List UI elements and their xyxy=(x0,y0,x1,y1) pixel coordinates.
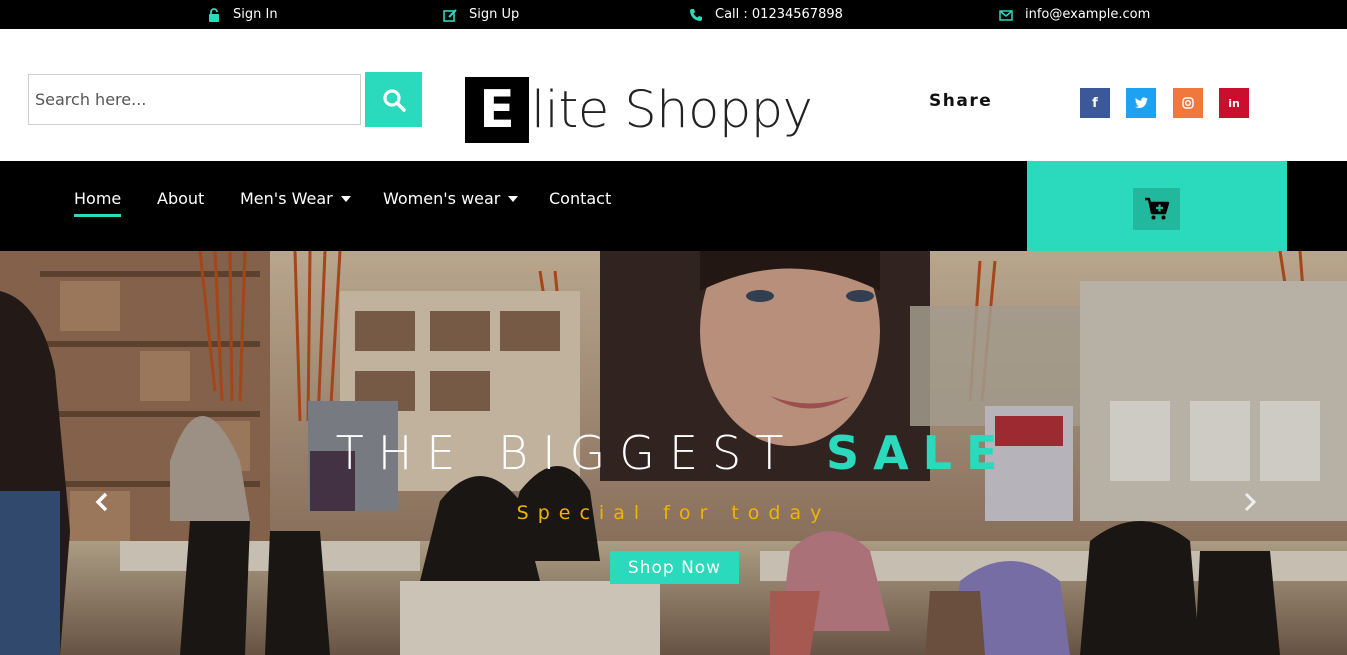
lock-icon xyxy=(209,7,219,22)
nav-about[interactable]: About xyxy=(157,189,204,208)
hero-title: THE BIGGEST SALE xyxy=(0,426,1347,480)
nav-contact[interactable]: Contact xyxy=(549,189,611,208)
sign-in-link[interactable]: Sign In xyxy=(207,0,278,29)
cart-panel xyxy=(1027,161,1287,251)
shop-now-button[interactable]: Shop Now xyxy=(610,551,739,584)
nav-womens-wear[interactable]: Women's wear xyxy=(383,189,519,208)
hero-banner: THE BIGGEST SALE Special for today Shop … xyxy=(0,251,1347,655)
facebook-icon[interactable]: f xyxy=(1080,88,1110,118)
nav-contact-label: Contact xyxy=(549,189,612,208)
email-info[interactable]: info@example.com xyxy=(999,0,1150,29)
cart-plus-icon xyxy=(1144,197,1169,220)
top-bar: Sign In Sign Up Call : 01234567898 info@… xyxy=(0,0,1347,29)
nav-about-label: About xyxy=(157,189,205,208)
chevron-left-icon[interactable] xyxy=(92,491,112,513)
sign-in-label[interactable]: Sign In xyxy=(233,7,278,22)
chevron-down-icon xyxy=(508,195,519,202)
sign-up-label[interactable]: Sign Up xyxy=(469,7,519,22)
phone-icon xyxy=(690,8,702,21)
envelope-icon xyxy=(999,9,1013,21)
hero-subtitle: Special for today xyxy=(516,502,831,524)
email-label[interactable]: info@example.com xyxy=(1025,7,1150,22)
search-icon xyxy=(382,88,406,112)
edit-icon xyxy=(443,8,457,22)
logo-letter: E xyxy=(465,77,529,143)
hero-title-main: THE BIGGEST xyxy=(335,426,798,480)
nav-home[interactable]: Home xyxy=(74,189,122,217)
twitter-icon[interactable] xyxy=(1126,88,1156,118)
chevron-down-icon xyxy=(340,195,351,202)
nav-home-label: Home xyxy=(74,189,122,208)
nav-womens-wear-label: Women's wear xyxy=(383,189,501,208)
logo-text: lite Shoppy xyxy=(531,80,813,140)
cart-button[interactable] xyxy=(1133,188,1180,230)
nav-mens-wear-label: Men's Wear xyxy=(240,189,333,208)
hero-title-accent: SALE xyxy=(825,426,1012,480)
linkedin-icon[interactable]: in xyxy=(1219,88,1249,118)
search-input[interactable] xyxy=(28,74,361,125)
sign-up-link[interactable]: Sign Up xyxy=(443,0,519,29)
instagram-icon[interactable] xyxy=(1173,88,1203,118)
call-info: Call : 01234567898 xyxy=(689,0,843,29)
main-nav: Home About Men's Wear Women's wear Conta… xyxy=(0,161,1347,251)
search-button[interactable] xyxy=(365,72,422,127)
header: E lite Shoppy Share f in xyxy=(0,29,1347,161)
chevron-right-icon[interactable] xyxy=(1240,491,1260,513)
call-label: Call : 01234567898 xyxy=(715,7,843,22)
share-label: Share xyxy=(929,91,993,111)
site-logo[interactable]: E lite Shoppy xyxy=(465,77,813,143)
nav-mens-wear[interactable]: Men's Wear xyxy=(240,189,351,208)
